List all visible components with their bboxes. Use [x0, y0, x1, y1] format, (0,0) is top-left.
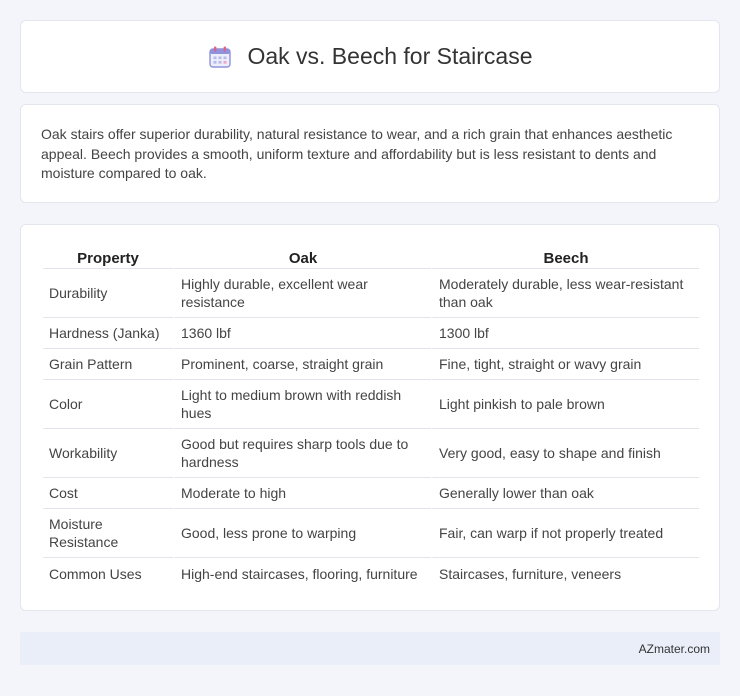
- oak-cell: Light to medium brown with reddish hues: [173, 380, 431, 429]
- oak-cell: Good but requires sharp tools due to har…: [173, 429, 431, 478]
- table-row: Grain Pattern Prominent, coarse, straigh…: [43, 349, 699, 380]
- table-row: Durability Highly durable, excellent wea…: [43, 269, 699, 318]
- table-row: Moisture Resistance Good, less prone to …: [43, 509, 699, 558]
- oak-cell: Good, less prone to warping: [173, 509, 431, 558]
- table-row: Hardness (Janka) 1360 lbf 1300 lbf: [43, 318, 699, 349]
- beech-cell: Generally lower than oak: [431, 478, 699, 509]
- table-row: Workability Good but requires sharp tool…: [43, 429, 699, 478]
- beech-cell: Staircases, furniture, veneers: [431, 558, 699, 589]
- calendar-icon: [209, 46, 232, 68]
- comparison-table: Property Oak Beech Durability Highly dur…: [43, 245, 699, 589]
- property-cell: Cost: [43, 478, 173, 509]
- beech-cell: Very good, easy to shape and finish: [431, 429, 699, 478]
- table-row: Common Uses High-end staircases, floorin…: [43, 558, 699, 589]
- column-header-beech: Beech: [431, 245, 699, 269]
- comparison-table-card: Property Oak Beech Durability Highly dur…: [20, 224, 720, 611]
- oak-cell: Highly durable, excellent wear resistanc…: [173, 269, 431, 318]
- oak-cell: Moderate to high: [173, 478, 431, 509]
- table-row: Color Light to medium brown with reddish…: [43, 380, 699, 429]
- summary-card: Oak stairs offer superior durability, na…: [20, 104, 720, 203]
- column-header-property: Property: [43, 245, 173, 269]
- beech-cell: Fine, tight, straight or wavy grain: [431, 349, 699, 380]
- beech-cell: Moderately durable, less wear-resistant …: [431, 269, 699, 318]
- property-cell: Common Uses: [49, 565, 142, 582]
- oak-cell: High-end staircases, flooring, furniture: [173, 558, 431, 589]
- footer: AZmater.com: [20, 632, 720, 665]
- beech-cell: Light pinkish to pale brown: [431, 380, 699, 429]
- beech-cell: 1300 lbf: [431, 318, 699, 349]
- property-cell: Color: [43, 380, 173, 429]
- header-card: Oak vs. Beech for Staircase: [20, 20, 720, 93]
- property-cell: Durability: [43, 269, 173, 318]
- table-header-row: Property Oak Beech: [43, 245, 699, 269]
- table-row: Cost Moderate to high Generally lower th…: [43, 478, 699, 509]
- property-cell: Workability: [43, 429, 173, 478]
- property-cell: Grain Pattern: [43, 349, 173, 380]
- oak-cell: 1360 lbf: [173, 318, 431, 349]
- page-title: Oak vs. Beech for Staircase: [247, 43, 533, 69]
- summary-text: Oak stairs offer superior durability, na…: [41, 126, 673, 181]
- oak-cell: Prominent, coarse, straight grain: [173, 349, 431, 380]
- property-cell: Moisture Resistance: [43, 509, 173, 558]
- column-header-oak: Oak: [173, 245, 431, 269]
- beech-cell: Fair, can warp if not properly treated: [431, 509, 699, 558]
- property-cell: Hardness (Janka): [43, 318, 173, 349]
- footer-brand: AZmater.com: [638, 641, 710, 656]
